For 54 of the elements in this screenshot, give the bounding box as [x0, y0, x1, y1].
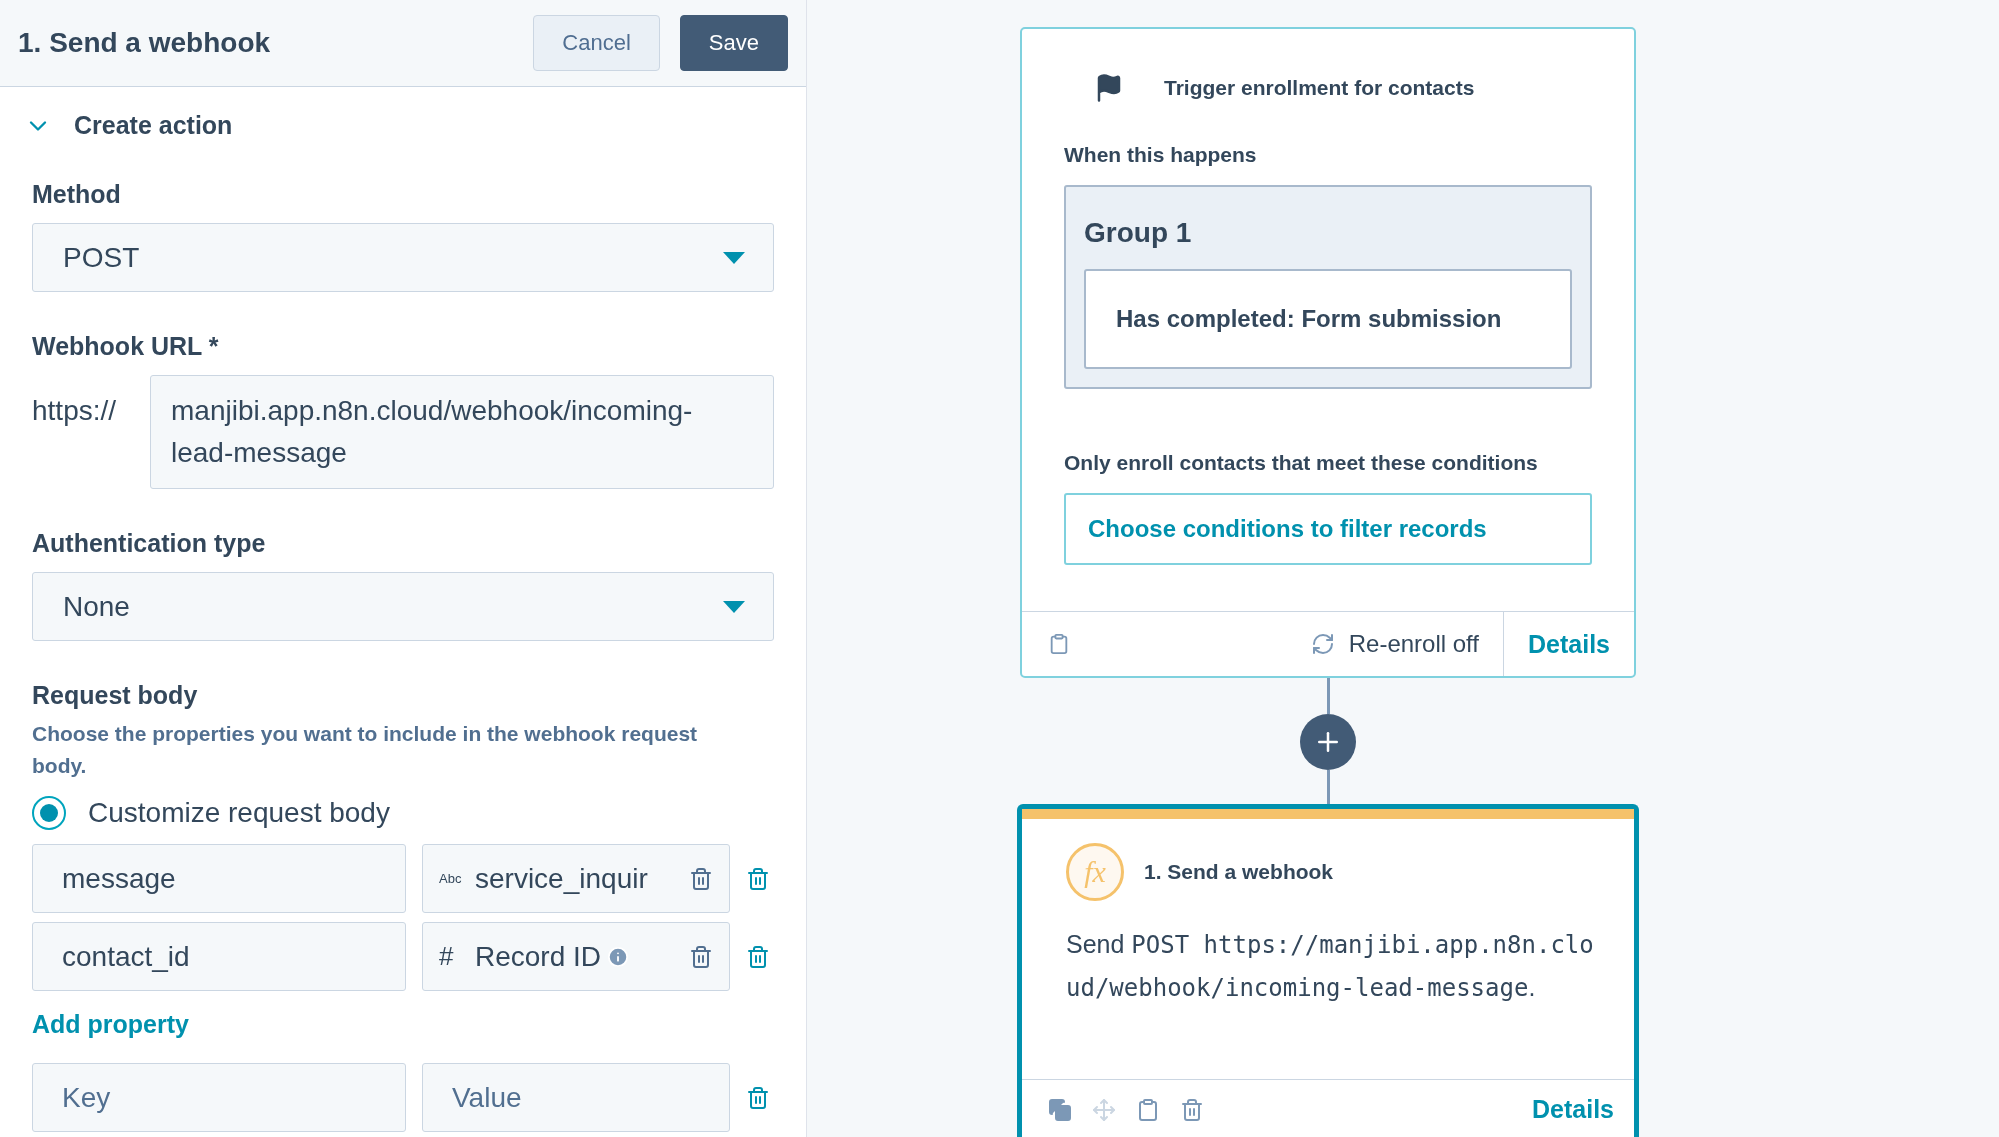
value-text: service_inquir [475, 862, 648, 895]
cancel-button[interactable]: Cancel [533, 15, 660, 71]
card-label: When this happens [1064, 143, 1258, 167]
info-icon [607, 945, 630, 968]
auth-select[interactable]: None [32, 572, 774, 641]
key-field[interactable]: Key [32, 1063, 406, 1132]
trash-icon[interactable] [1180, 1097, 1204, 1122]
value-field[interactable]: Abc service_inquir [422, 844, 730, 913]
clipboard-icon[interactable] [1136, 1097, 1160, 1122]
function-badge: fx [1066, 843, 1124, 901]
url-field[interactable]: manjibi.app.n8n.cloud/webhook/incoming-lead-message [150, 375, 774, 489]
clipboard-icon[interactable] [1048, 633, 1070, 655]
trash-icon[interactable] [689, 944, 713, 969]
condition-item[interactable]: Has completed: Form submission [1084, 269, 1572, 369]
action-card[interactable]: fx 1. Send a webhook Send POST https://manjibi.app.n8n.cloud/webhook/incoming-lead-message. Details [1017, 804, 1639, 1137]
trash-icon[interactable] [689, 866, 713, 891]
radio-label: Customize request body [88, 797, 390, 829]
type-label: # [439, 941, 455, 972]
trash-icon[interactable] [746, 1085, 770, 1110]
field-label: Method [32, 180, 122, 209]
section-toggle[interactable]: Create action [24, 111, 774, 140]
trash-icon[interactable] [746, 866, 770, 891]
add-step-button[interactable] [1300, 714, 1356, 770]
field-label: Webhook URL * [32, 332, 220, 361]
action-description: Send POST https://manjibi.app.n8n.cloud/webhook/incoming-lead-message. [1065, 929, 1595, 1004]
section-label: Request body [32, 681, 199, 710]
key-field[interactable]: contact_id [32, 922, 406, 991]
add-property-link[interactable]: Add property [32, 1010, 774, 1039]
save-button[interactable]: Save [679, 15, 788, 71]
card-title: 1. Send a webhook [1144, 860, 1334, 884]
radio-option[interactable]: Customize request body [32, 796, 774, 830]
reenroll-status: Re-enroll off [1348, 630, 1479, 658]
field-label: Authentication type [32, 529, 267, 558]
group-title: Group 1 [1084, 217, 1193, 249]
caret-icon [723, 600, 745, 613]
help-text: Choose the properties you want to include in the webhook request body. [32, 721, 699, 779]
value-text: Record ID [475, 940, 602, 973]
refresh-icon [1310, 632, 1335, 656]
value-field[interactable]: # Record ID [422, 922, 730, 991]
details-link[interactable]: Details [1532, 1095, 1634, 1124]
caret-icon [723, 251, 745, 264]
details-link[interactable]: Details [1503, 612, 1634, 676]
type-label: Abc [439, 871, 463, 886]
filter-button[interactable]: Choose conditions to filter records [1064, 493, 1592, 565]
card-label: Only enroll contacts that meet these conditions [1064, 451, 1539, 475]
value-field[interactable]: Value [422, 1063, 730, 1132]
radio-button[interactable] [32, 796, 66, 830]
copy-icon[interactable] [1048, 1097, 1072, 1122]
url-prefix: https:// [32, 394, 118, 428]
card-title: Trigger enrollment for contacts [1164, 76, 1475, 100]
method-select[interactable]: POST [32, 223, 774, 292]
key-field[interactable]: message [32, 844, 406, 913]
panel-title: 1. Send a webhook [18, 27, 272, 59]
trash-icon[interactable] [746, 944, 770, 969]
